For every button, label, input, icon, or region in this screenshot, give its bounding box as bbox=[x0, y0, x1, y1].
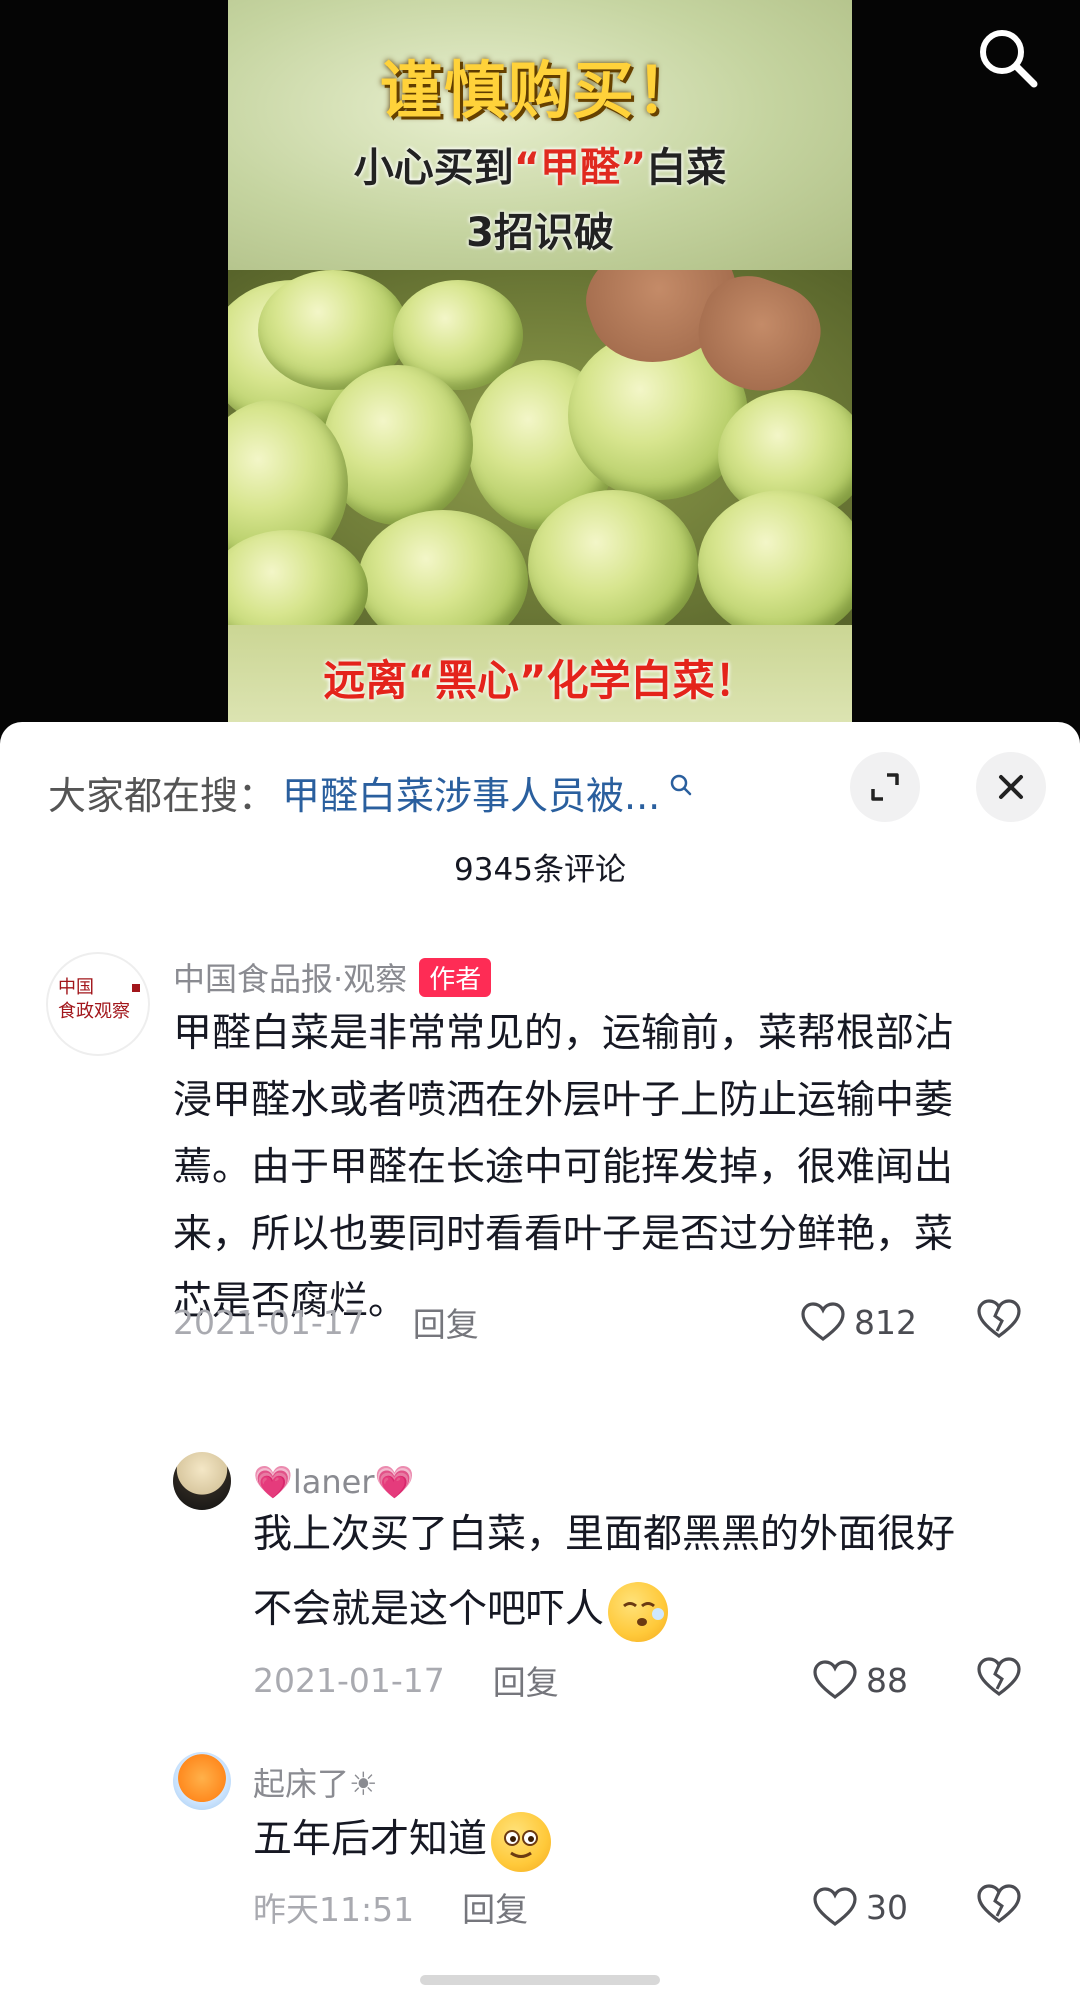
avatar[interactable] bbox=[173, 1752, 231, 1810]
video-title-sub: 小心买到“甲醛”白菜 bbox=[353, 145, 727, 191]
reply-comment-item: 💗laner💗 我上次买了白菜，里面都黑黑的外面很好 不会就是这个吧吓人 202… bbox=[0, 1452, 1080, 1702]
comment-text-line: 我上次买了白菜，里面都黑黑的外面很好 bbox=[253, 1512, 956, 1557]
comment-text-line: 甲醛白菜是非常常见的，运输前，菜帮根部沾 bbox=[173, 1011, 954, 1056]
like-button[interactable]: 88 bbox=[812, 1655, 908, 1705]
comment-meta: 2021-01-17 回复 bbox=[253, 1655, 559, 1705]
like-count: 88 bbox=[866, 1660, 908, 1700]
comment-meta: 2021-01-17 回复 bbox=[173, 1297, 479, 1347]
comment-date: 2021-01-17 bbox=[173, 1302, 365, 1342]
heart-icon bbox=[801, 1302, 845, 1341]
search-icon bbox=[980, 30, 1038, 88]
comment-text-line: 来，所以也要同时看看叶子是否过分鲜艳，菜 bbox=[173, 1212, 954, 1257]
heart-icon bbox=[813, 1660, 857, 1699]
cabbage-photo bbox=[228, 270, 852, 625]
hot-search-label: 大家都在搜： bbox=[48, 773, 277, 818]
username-text: 💗laner💗 bbox=[253, 1463, 415, 1501]
video-title-banner: 谨慎购买！ 小心买到“甲醛”白菜 3招识破 bbox=[228, 0, 852, 270]
comment-sheet: 大家都在搜： 甲醛白菜涉事人员被... 9345条评论 中国 食政观察 中国食品… bbox=[0, 722, 1080, 1997]
comment-date: 2021-01-17 bbox=[253, 1660, 445, 1700]
comment-item: 中国 食政观察 中国食品报·观察 作者 甲醛白菜是非常常见的，运输前，菜帮根部沾… bbox=[0, 952, 1080, 1392]
comment-count: 9345条评论 bbox=[454, 852, 626, 888]
broken-heart-icon bbox=[977, 1657, 1021, 1696]
search-icon bbox=[671, 774, 692, 796]
comment-text-line: 不会就是这个吧吓人 bbox=[253, 1572, 1043, 1647]
broken-heart-icon bbox=[977, 1299, 1021, 1338]
avatar-logo-text: 中国 bbox=[58, 977, 94, 998]
avatar[interactable]: 中国 食政观察 bbox=[46, 952, 150, 1056]
username-text: 起床了☀ bbox=[253, 1765, 378, 1803]
expand-button[interactable] bbox=[850, 752, 920, 822]
comment-text: 甲醛白菜是非常常见的，运输前，菜帮根部沾 浸甲醛水或者喷洒在外层叶子上防止运输中… bbox=[173, 1000, 1033, 1335]
dislike-button[interactable] bbox=[976, 1298, 1022, 1344]
comment-text-line: 浸甲醛水或者喷洒在外层叶子上防止运输中萎 bbox=[173, 1078, 954, 1123]
reply-button[interactable]: 回复 bbox=[413, 1298, 479, 1346]
dislike-button[interactable] bbox=[976, 1656, 1022, 1702]
avatar[interactable] bbox=[173, 1452, 231, 1510]
comment-date: 昨天11:51 bbox=[253, 1890, 415, 1929]
home-indicator bbox=[420, 1975, 660, 1985]
video-frame: 谨慎购买！ 小心买到“甲醛”白菜 3招识破 远离“黑心”化学白菜！ bbox=[228, 0, 852, 740]
video-title-main: 谨慎购买！ bbox=[379, 54, 700, 127]
hot-search-link[interactable]: 甲醛白菜涉事人员被... bbox=[282, 765, 660, 820]
comment-text: 五年后才知道 bbox=[253, 1802, 1043, 1877]
avatar-logo-text: 食政观察 bbox=[58, 1001, 130, 1022]
heart-icon bbox=[813, 1887, 857, 1926]
comment-text-line: 五年后才知道 bbox=[253, 1802, 1043, 1877]
dislike-button[interactable] bbox=[976, 1883, 1022, 1929]
close-icon bbox=[999, 775, 1023, 799]
comment-text-line: 蔫。由于甲醛在长途中可能挥发掉，很难闻出 bbox=[173, 1145, 954, 1190]
username-text: 中国食品报·观察 bbox=[173, 960, 408, 998]
broken-heart-icon bbox=[977, 1884, 1021, 1923]
expand-icon bbox=[871, 773, 899, 801]
like-button[interactable]: 30 bbox=[812, 1882, 908, 1932]
like-button[interactable]: 812 bbox=[800, 1297, 917, 1347]
comment-username[interactable]: 中国食品报·观察 作者 bbox=[173, 952, 492, 1002]
video-player[interactable]: 谨慎购买！ 小心买到“甲醛”白菜 3招识破 远离“黑心”化学白菜！ bbox=[0, 0, 1080, 740]
author-badge: 作者 bbox=[419, 957, 492, 997]
comment-meta: 昨天11:51 回复 bbox=[253, 1882, 528, 1932]
reply-comment-item: 起床了☀ 五年后才知道 昨天11:51 回复 30 bbox=[0, 1752, 1080, 1952]
comment-username[interactable]: 起床了☀ bbox=[253, 1757, 378, 1807]
close-button[interactable] bbox=[976, 752, 1046, 822]
comment-text: 我上次买了白菜，里面都黑黑的外面很好 不会就是这个吧吓人 bbox=[253, 1497, 1043, 1647]
video-title-sub2: 3招识破 bbox=[466, 210, 614, 256]
reply-button[interactable]: 回复 bbox=[462, 1883, 528, 1931]
like-count: 812 bbox=[854, 1302, 917, 1342]
video-title-bottom: 远离“黑心”化学白菜！ bbox=[323, 656, 757, 705]
sleepy-face-emoji-icon bbox=[608, 1581, 669, 1642]
smiling-face-emoji-icon bbox=[491, 1811, 552, 1872]
like-count: 30 bbox=[866, 1887, 908, 1927]
hot-search-bar[interactable]: 大家都在搜： 甲醛白菜涉事人员被... bbox=[48, 762, 694, 822]
reply-button[interactable]: 回复 bbox=[493, 1656, 559, 1704]
search-button[interactable] bbox=[972, 22, 1044, 94]
